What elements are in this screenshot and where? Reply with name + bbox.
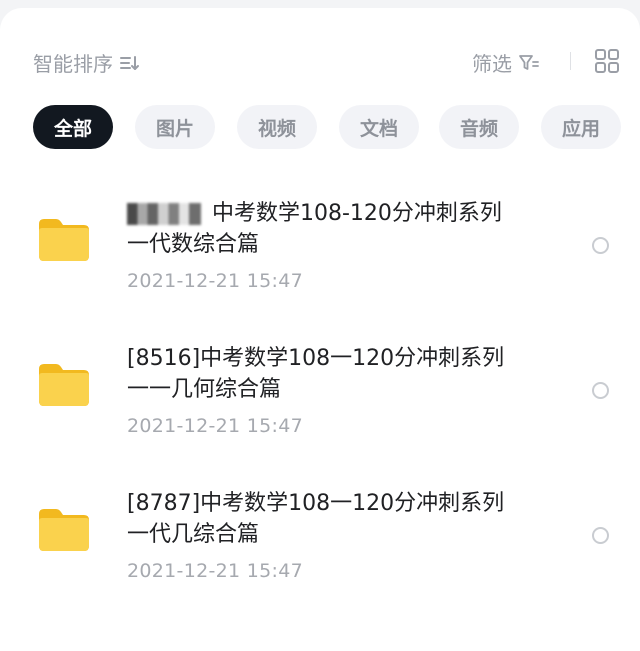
file-title: [8516]中考数学108一120分冲刺系列 一一几何综合篇 xyxy=(127,343,547,405)
folder-icon xyxy=(39,219,89,261)
file-title-line1: [8516]中考数学108一120分冲刺系列 xyxy=(127,346,505,371)
tab-apps[interactable]: 应用 xyxy=(541,105,621,149)
filter-icon xyxy=(518,53,540,73)
file-manager-panel: 智能排序 筛选 全部 图片 视频 文档 音频 应用 中考数学108-120分冲刺… xyxy=(0,8,640,651)
file-title-line2: 一代几综合篇 xyxy=(127,522,260,547)
tab-audio[interactable]: 音频 xyxy=(439,105,519,149)
file-row[interactable]: [8516]中考数学108一120分冲刺系列 一一几何综合篇 2021-12-2… xyxy=(0,331,640,471)
file-title-line2: 一一几何综合篇 xyxy=(127,377,282,402)
filter-button[interactable]: 筛选 xyxy=(472,48,540,77)
sort-button[interactable]: 智能排序 xyxy=(33,48,141,77)
sort-icon xyxy=(119,53,141,73)
file-title: 中考数学108-120分冲刺系列 一代数综合篇 xyxy=(127,198,547,260)
tab-documents[interactable]: 文档 xyxy=(339,105,419,149)
filter-label: 筛选 xyxy=(472,52,512,76)
grid-view-icon xyxy=(595,49,619,73)
select-radio[interactable] xyxy=(592,527,609,544)
file-title-line1: [8787]中考数学108一120分冲刺系列 xyxy=(127,491,505,516)
file-row[interactable]: 中考数学108-120分冲刺系列 一代数综合篇 2021-12-21 15:47 xyxy=(0,186,640,326)
folder-icon xyxy=(39,364,89,406)
file-row[interactable]: [8787]中考数学108一120分冲刺系列 一代几综合篇 2021-12-21… xyxy=(0,476,640,616)
select-radio[interactable] xyxy=(592,237,609,254)
folder-icon xyxy=(39,509,89,551)
toolbar: 智能排序 筛选 xyxy=(0,8,640,108)
grid-view-button[interactable] xyxy=(594,48,620,74)
toolbar-divider xyxy=(570,52,571,70)
tab-images[interactable]: 图片 xyxy=(135,105,215,149)
tab-videos[interactable]: 视频 xyxy=(237,105,317,149)
file-title: [8787]中考数学108一120分冲刺系列 一代几综合篇 xyxy=(127,488,547,550)
file-title-line2: 一代数综合篇 xyxy=(127,232,260,257)
file-date: 2021-12-21 15:47 xyxy=(127,560,304,582)
sort-label: 智能排序 xyxy=(33,52,113,76)
file-date: 2021-12-21 15:47 xyxy=(127,270,304,292)
select-radio[interactable] xyxy=(592,382,609,399)
file-title-line1: 中考数学108-120分冲刺系列 xyxy=(205,201,502,226)
file-date: 2021-12-21 15:47 xyxy=(127,415,304,437)
redacted-text xyxy=(127,203,201,225)
tab-all[interactable]: 全部 xyxy=(33,105,113,149)
